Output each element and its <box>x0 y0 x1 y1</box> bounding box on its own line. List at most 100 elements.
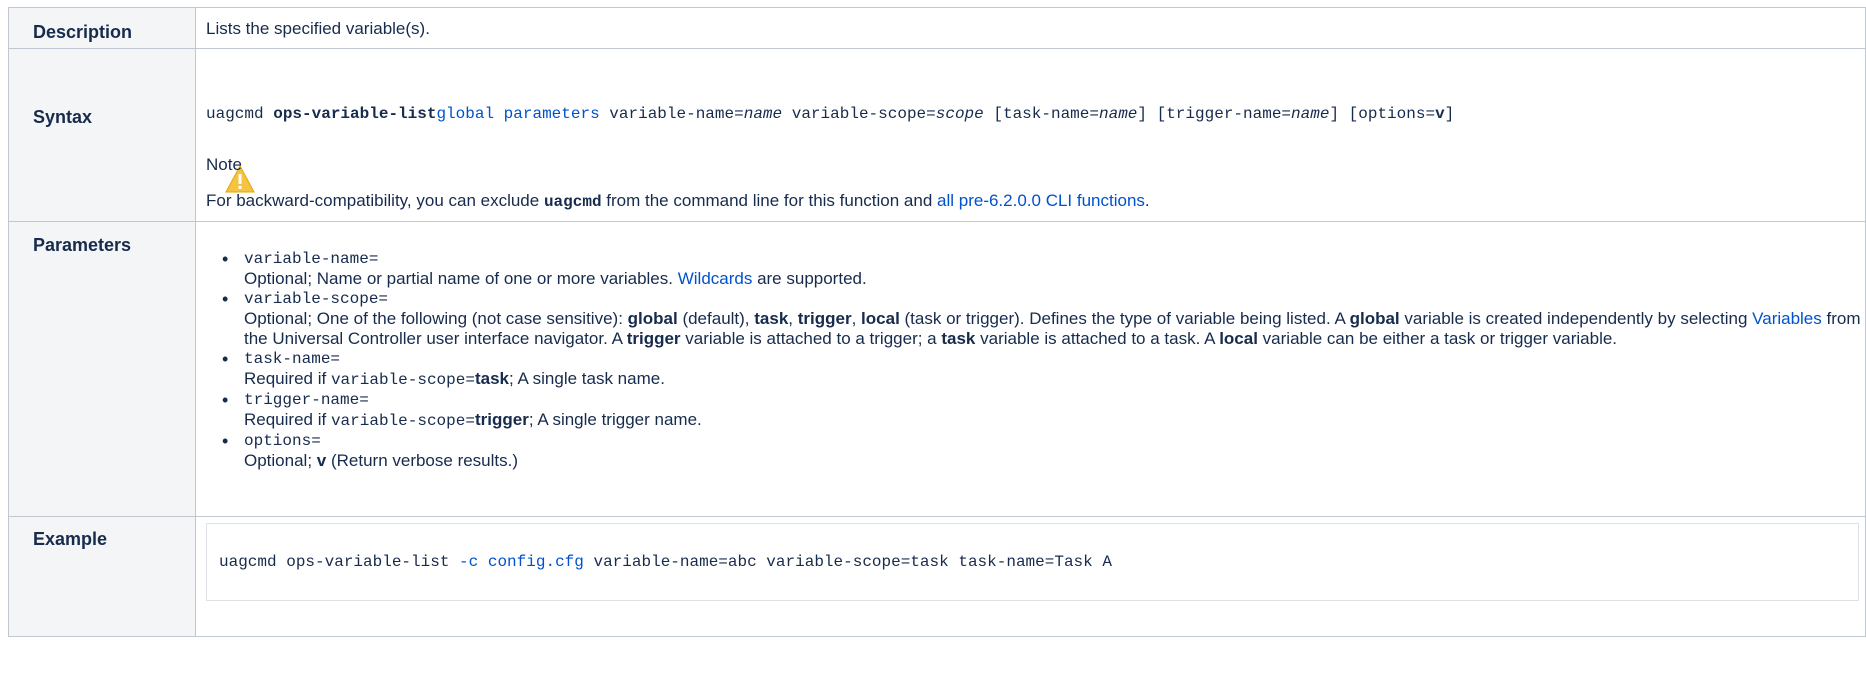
param-desc-text: , <box>851 309 862 328</box>
note-text-mid: from the command line for this function … <box>601 191 938 210</box>
param-keyword: local <box>1219 329 1258 348</box>
bullet-icon: • <box>222 390 229 410</box>
parameter-description: Optional; Name or partial name of one or… <box>244 269 1865 289</box>
description-text: Lists the specified variable(s). <box>206 19 430 38</box>
note-panel: Note For backward-compatibility, you can… <box>206 155 1865 221</box>
param-keyword: task <box>941 329 976 348</box>
param-code: variable-scope= <box>330 371 475 389</box>
syntax-options-value: v <box>1435 105 1445 123</box>
note-code: uagcmd <box>543 193 602 211</box>
description-cell: Lists the specified variable(s). <box>195 7 1866 49</box>
parameter-description: Optional; One of the following (not case… <box>244 309 1865 349</box>
param-keyword: trigger <box>474 410 529 429</box>
param-keyword: trigger <box>797 309 852 328</box>
syntax-options: [options= <box>1339 105 1436 123</box>
param-keyword: task <box>474 369 509 388</box>
example-label: Example <box>8 516 196 637</box>
bullet-icon: • <box>222 349 229 369</box>
function-reference-table: Description Lists the specified variable… <box>8 7 1866 637</box>
syntax-variable-name: variable-name= <box>599 105 744 123</box>
syntax-trigger-name-close: ] <box>1329 105 1340 123</box>
param-keyword: v <box>316 451 327 470</box>
param-desc-text: variable can be either a task or trigger… <box>1257 329 1618 348</box>
example-label-text: Example <box>33 529 108 549</box>
param-desc-text: (task or trigger). Defines the type of v… <box>899 309 1350 328</box>
pre-620-cli-functions-link[interactable]: all pre-6.2.0.0 CLI functions <box>937 191 1145 210</box>
bullet-icon: • <box>222 249 229 269</box>
param-desc-text: Required if <box>244 369 331 388</box>
parameters-label: Parameters <box>8 221 196 517</box>
param-desc-text: Optional; <box>244 451 317 470</box>
example-row: Example uagcmd ops-variable-list -c conf… <box>8 516 1866 637</box>
param-desc-text: ; A single task name. <box>509 369 665 388</box>
parameter-item: • options= Optional; v (Return verbose r… <box>222 431 1865 471</box>
syntax-variable-name-value: name <box>743 105 783 123</box>
syntax-function-name: ops-variable-list <box>273 105 437 123</box>
parameters-row: Parameters • variable-name= Optional; Na… <box>8 221 1866 517</box>
param-desc-text: , <box>788 309 798 328</box>
syntax-options-close: ] <box>1444 105 1455 123</box>
parameter-name: trigger-name= <box>244 391 369 409</box>
parameter-list: • variable-name= Optional; Name or parti… <box>206 222 1865 471</box>
param-desc-text: variable is attached to a trigger; a <box>680 329 942 348</box>
example-code-flag: -c config.cfg <box>459 553 584 571</box>
syntax-trigger-name: [trigger-name= <box>1147 105 1292 123</box>
parameters-cell: • variable-name= Optional; Name or parti… <box>195 221 1866 517</box>
wildcards-link[interactable]: Wildcards <box>678 269 753 288</box>
example-cell: uagcmd ops-variable-list -c config.cfg v… <box>195 516 1866 637</box>
note-title: Note <box>206 155 242 174</box>
parameter-item: • task-name= Required if variable-scope=… <box>222 349 1865 390</box>
parameter-item: • variable-name= Optional; Name or parti… <box>222 249 1865 289</box>
syntax-task-name-close: ] <box>1137 105 1147 123</box>
note-text: For backward-compatibility, you can excl… <box>206 191 1865 221</box>
syntax-trigger-name-value: name <box>1291 105 1330 123</box>
syntax-variable-scope-value: scope <box>935 105 984 123</box>
param-keyword: local <box>861 309 900 328</box>
syntax-row: Syntax uagcmd ops-variable-listglobal pa… <box>8 48 1866 222</box>
param-desc-text: Optional; One of the following (not case… <box>244 309 628 328</box>
param-desc-text: variable is created independently by sel… <box>1399 309 1753 328</box>
param-desc-text: Optional; Name or partial name of one or… <box>244 269 678 288</box>
note-text-end: . <box>1144 191 1150 210</box>
parameter-description: Optional; v (Return verbose results.) <box>244 451 1865 471</box>
example-code-text: variable-name=abc variable-scope=task ta… <box>583 553 1112 571</box>
param-desc-text: (Return verbose results.) <box>326 451 519 470</box>
variables-link[interactable]: Variables <box>1752 309 1822 328</box>
syntax-cmd: uagcmd <box>206 105 274 123</box>
param-keyword: task <box>754 309 789 328</box>
bullet-icon: • <box>222 431 229 451</box>
description-row: Description Lists the specified variable… <box>8 7 1866 49</box>
param-desc-text: ; A single trigger name. <box>528 410 702 429</box>
example-code-line: uagcmd ops-variable-list -c config.cfg v… <box>219 553 1112 571</box>
syntax-variable-scope: variable-scope= <box>782 105 936 123</box>
syntax-label: Syntax <box>8 48 196 222</box>
global-parameters-link[interactable]: global parameters <box>436 105 599 123</box>
param-keyword: trigger <box>626 329 681 348</box>
description-label-text: Description <box>33 22 133 42</box>
parameter-name: variable-scope= <box>244 290 389 308</box>
param-code: variable-scope= <box>330 412 475 430</box>
syntax-task-name-value: name <box>1098 105 1138 123</box>
syntax-line: uagcmd ops-variable-listglobal parameter… <box>206 49 1865 123</box>
example-code-block: uagcmd ops-variable-list -c config.cfg v… <box>206 523 1859 601</box>
syntax-cell: uagcmd ops-variable-listglobal parameter… <box>195 48 1866 222</box>
syntax-label-text: Syntax <box>33 107 93 127</box>
example-code-text: uagcmd ops-variable-list <box>219 553 460 571</box>
param-keyword: global <box>627 309 678 328</box>
param-desc-text: Required if <box>244 410 331 429</box>
parameter-name: task-name= <box>244 350 341 368</box>
parameter-description: Required if variable-scope=trigger; A si… <box>244 410 1865 431</box>
bullet-icon: • <box>222 289 229 309</box>
param-desc-text: (default), <box>677 309 755 328</box>
description-label: Description <box>8 7 196 49</box>
parameter-item: • variable-scope= Optional; One of the f… <box>222 289 1865 349</box>
parameters-label-text: Parameters <box>33 235 132 255</box>
syntax-task-name: [task-name= <box>983 105 1099 123</box>
parameter-name: variable-name= <box>244 250 379 268</box>
parameter-item: • trigger-name= Required if variable-sco… <box>222 390 1865 431</box>
param-desc-text: variable is attached to a task. A <box>975 329 1220 348</box>
parameter-description: Required if variable-scope=task; A singl… <box>244 369 1865 390</box>
note-text-start: For backward-compatibility, you can excl… <box>206 191 544 210</box>
param-keyword: global <box>1349 309 1400 328</box>
parameter-name: options= <box>244 432 321 450</box>
